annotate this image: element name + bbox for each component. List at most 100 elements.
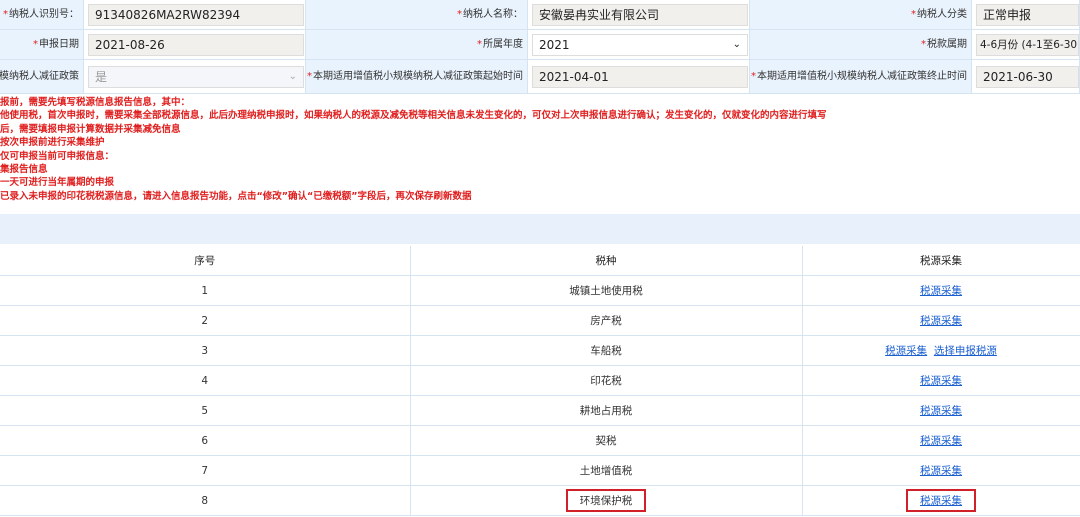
required-mark: * bbox=[911, 8, 916, 20]
table-row: 3 车船税 税源采集 选择申报税源 bbox=[0, 335, 1080, 366]
row-action-cell: 税源采集 bbox=[802, 365, 1080, 396]
row-no: 3 bbox=[0, 335, 411, 366]
source-collect-link[interactable]: 税源采集 bbox=[920, 375, 962, 387]
filing-date-field[interactable]: 2021-08-26 bbox=[88, 33, 304, 56]
required-mark: * bbox=[751, 70, 756, 82]
policy-start-field[interactable]: 2021-04-01 bbox=[532, 65, 748, 88]
notice-line: 已录入未申报的印花税税源信息，请进入信息报告功能，点击“修改”确认“已缴税额”字… bbox=[0, 190, 472, 202]
source-collect-link[interactable]: 税源采集 bbox=[920, 435, 962, 447]
section-header-band bbox=[0, 214, 1080, 244]
tax-period-field[interactable]: 4-6月份 (4-1至6-30) bbox=[976, 33, 1079, 56]
row-action-cell: 税源采集 bbox=[802, 275, 1080, 306]
chevron-down-icon: ⌄ bbox=[732, 39, 741, 50]
row-no: 5 bbox=[0, 395, 411, 426]
taxpayer-name-field[interactable]: 安徽晏冉实业有限公司 bbox=[532, 3, 748, 26]
row-tax: 耕地占用税 bbox=[410, 395, 803, 426]
taxpayer-name-label: * 纳税人名称： bbox=[306, 0, 528, 30]
source-collect-link[interactable]: 税源采集 bbox=[920, 315, 962, 327]
taxpayer-id-field[interactable]: 91340826MA2RW82394 bbox=[88, 3, 304, 26]
filing-date-label: * 申报日期 bbox=[0, 30, 84, 60]
column-header-no: 序号 bbox=[0, 246, 411, 276]
small-scale-policy-value: 是 bbox=[95, 70, 108, 84]
row-no: 7 bbox=[0, 455, 411, 486]
row-tax: 印花税 bbox=[410, 365, 803, 396]
notice-line: 后，需要填报申报计算数据并采集减免信息 bbox=[0, 123, 181, 135]
row-action-cell: 税源采集 bbox=[802, 485, 1080, 516]
highlight-box: 税源采集 bbox=[906, 489, 976, 512]
taxpayer-id-label: * 纳税人识别号： bbox=[0, 0, 84, 30]
table-row: 4 印花税 税源采集 bbox=[0, 365, 1080, 396]
row-tax: 房产税 bbox=[410, 305, 803, 336]
row-tax: 土地增值税 bbox=[410, 455, 803, 486]
filing-date-cell: 2021-08-26 bbox=[84, 30, 306, 60]
small-scale-policy-cell: 是 ⌄ bbox=[84, 60, 306, 94]
highlighted-tax-name: 环境保护税 bbox=[565, 489, 647, 512]
taxpayer-category-cell: 正常申报 bbox=[972, 0, 1080, 30]
table-header-row: 序号 税种 税源采集 bbox=[0, 246, 1080, 276]
policy-start-label: * 本期适用增值税小规模纳税人减征政策起始时间 bbox=[306, 60, 528, 94]
table-row: 2 房产税 税源采集 bbox=[0, 305, 1080, 336]
row-no: 4 bbox=[0, 365, 411, 396]
taxpayer-category-label: * 纳税人分类 bbox=[750, 0, 972, 30]
notice-line: 他使用税，首次申报时，需要采集全部税源信息，此后办理纳税申报时，如果纳税人的税源… bbox=[0, 110, 827, 122]
source-collect-link[interactable]: 税源采集 bbox=[885, 345, 927, 357]
table-row: 8 环境保护税 税源采集 bbox=[0, 485, 1080, 516]
notice-text: 报前，需要先填写税源信息报告信息，其中： 他使用税，首次申报时，需要采集全部税源… bbox=[0, 96, 1080, 214]
policy-start-cell: 2021-04-01 bbox=[528, 60, 750, 94]
row-tax-cell: 环境保护税 bbox=[410, 485, 803, 516]
year-select-value: 2021 bbox=[539, 37, 570, 52]
table-row: 1 城镇土地使用税 税源采集 bbox=[0, 275, 1080, 306]
policy-end-cell: 2021-06-30 bbox=[972, 60, 1080, 94]
required-mark: * bbox=[33, 38, 38, 50]
required-mark: * bbox=[307, 70, 312, 82]
taxpayer-name-cell: 安徽晏冉实业有限公司 bbox=[528, 0, 750, 30]
tax-period-cell: 4-6月份 (4-1至6-30) bbox=[972, 30, 1080, 60]
source-collect-link[interactable]: 税源采集 bbox=[920, 285, 962, 297]
policy-end-label: * 本期适用增值税小规模纳税人减征政策终止时间 bbox=[750, 60, 972, 94]
column-header-tax: 税种 bbox=[410, 246, 803, 276]
form-row-2: * 申报日期 2021-08-26 * 所属年度 2021 ⌄ * 税款属期 4-6月… bbox=[0, 30, 1080, 60]
notice-line: 仅可申报当前可申报信息： bbox=[0, 150, 115, 162]
year-label: * 所属年度 bbox=[306, 30, 528, 60]
year-cell: 2021 ⌄ bbox=[528, 30, 750, 60]
required-mark: * bbox=[477, 38, 482, 50]
year-select[interactable]: 2021 ⌄ bbox=[532, 33, 748, 56]
small-scale-policy-select[interactable]: 是 ⌄ bbox=[88, 65, 304, 88]
row-tax: 车船税 bbox=[410, 335, 803, 366]
row-tax: 城镇土地使用税 bbox=[410, 275, 803, 306]
select-source-link[interactable]: 选择申报税源 bbox=[934, 345, 997, 357]
form-row-1: * 纳税人识别号： 91340826MA2RW82394 * 纳税人名称： 安徽晏冉… bbox=[0, 0, 1080, 30]
chevron-down-icon: ⌄ bbox=[288, 71, 297, 82]
notice-line: 集报告信息 bbox=[0, 163, 48, 175]
taxpayer-id-cell: 91340826MA2RW82394 bbox=[84, 0, 306, 30]
required-mark: * bbox=[921, 38, 926, 50]
row-tax: 契税 bbox=[410, 425, 803, 456]
small-scale-policy-label: 模纳税人减征政策 bbox=[0, 60, 84, 94]
source-collect-link[interactable]: 税源采集 bbox=[920, 465, 962, 477]
tax-period-label: * 税款属期 bbox=[750, 30, 972, 60]
source-collect-link[interactable]: 税源采集 bbox=[920, 405, 962, 417]
form-row-3: 模纳税人减征政策 是 ⌄ * 本期适用增值税小规模纳税人减征政策起始时间 2021… bbox=[0, 60, 1080, 94]
required-mark: * bbox=[457, 8, 462, 20]
policy-end-field[interactable]: 2021-06-30 bbox=[976, 65, 1079, 88]
row-no: 8 bbox=[0, 485, 411, 516]
taxpayer-category-field[interactable]: 正常申报 bbox=[976, 3, 1079, 26]
row-action-cell: 税源采集 bbox=[802, 425, 1080, 456]
notice-line: 一天可进行当年属期的申报 bbox=[0, 177, 115, 189]
required-mark: * bbox=[3, 8, 8, 20]
tax-type-table: 序号 税种 税源采集 1 城镇土地使用税 税源采集 2 房产税 税源采集 3 车… bbox=[0, 246, 1080, 516]
row-no: 2 bbox=[0, 305, 411, 336]
row-action-cell: 税源采集 bbox=[802, 395, 1080, 426]
row-action-cell: 税源采集 选择申报税源 bbox=[802, 335, 1080, 366]
row-action-cell: 税源采集 bbox=[802, 455, 1080, 486]
notice-line: 按次申报前进行采集维护 bbox=[0, 137, 105, 149]
table-row: 5 耕地占用税 税源采集 bbox=[0, 395, 1080, 426]
table-row: 6 契税 税源采集 bbox=[0, 425, 1080, 456]
row-no: 1 bbox=[0, 275, 411, 306]
notice-line: 报前，需要先填写税源信息报告信息，其中： bbox=[0, 97, 191, 108]
source-collect-link[interactable]: 税源采集 bbox=[920, 495, 962, 507]
column-header-collect: 税源采集 bbox=[802, 246, 1080, 276]
row-no: 6 bbox=[0, 425, 411, 456]
row-action-cell: 税源采集 bbox=[802, 305, 1080, 336]
table-row: 7 土地增值税 税源采集 bbox=[0, 455, 1080, 486]
